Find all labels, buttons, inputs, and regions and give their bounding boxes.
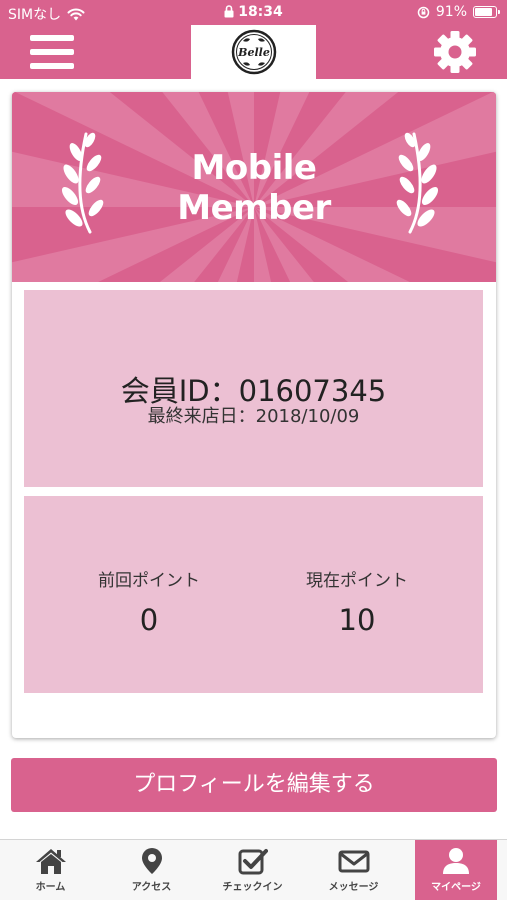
- current-points: 現在ポイント 10: [242, 566, 472, 637]
- bottom-tab-bar: ホーム アクセス チェックイン メッセージ マイページ: [0, 839, 507, 900]
- battery-level-fill: [475, 8, 493, 16]
- lock-icon: [224, 5, 234, 18]
- user-icon: [443, 848, 469, 874]
- home-icon: [35, 849, 66, 874]
- current-points-label: 現在ポイント: [306, 571, 408, 591]
- tab-access[interactable]: アクセス: [101, 840, 202, 900]
- tab-mypage-label: マイページ: [431, 882, 481, 893]
- logo-text: Belle: [237, 46, 270, 59]
- envelope-icon: [338, 850, 369, 873]
- member-banner: Mobile Member: [12, 92, 496, 282]
- checkbox-icon: [238, 849, 268, 875]
- previous-points-value: 0: [139, 603, 159, 637]
- previous-points-label: 前回ポイント: [98, 571, 200, 591]
- tab-messages-label: メッセージ: [328, 882, 379, 893]
- last-visit-date: 最終来店日：2018/10/09: [147, 406, 360, 427]
- hamburger-menu-icon[interactable]: [30, 32, 74, 72]
- status-bar: SIMなし 18:34 91%: [0, 0, 507, 25]
- battery-percent: 91%: [435, 4, 467, 20]
- member-id-panel: 会員ID：01607345 最終来店日：2018/10/09: [24, 290, 483, 487]
- tab-checkin-label: チェックイン: [222, 882, 283, 893]
- gear-icon[interactable]: [433, 30, 477, 74]
- orientation-lock-icon: [417, 6, 430, 18]
- points-panel: 前回ポイント 0 現在ポイント 10: [24, 496, 483, 693]
- edit-profile-button[interactable]: プロフィールを編集する: [11, 758, 497, 812]
- current-points-value: 10: [338, 603, 376, 637]
- clock-text: 18:34: [238, 4, 283, 20]
- tab-messages[interactable]: メッセージ: [303, 840, 404, 900]
- previous-points: 前回ポイント 0: [34, 566, 264, 637]
- tab-access-label: アクセス: [131, 882, 172, 893]
- belle-logo-emblem: Belle: [231, 29, 276, 75]
- laurel-right-icon: [396, 132, 439, 234]
- status-right: 91%: [417, 4, 500, 20]
- tab-home-label: ホーム: [35, 882, 66, 893]
- brand-logo: Belle: [191, 25, 316, 79]
- app-header: SIMなし 18:34 91% Belle: [0, 0, 507, 79]
- tab-home[interactable]: ホーム: [0, 840, 101, 900]
- battery-icon: [473, 6, 500, 18]
- tab-mypage[interactable]: マイページ: [415, 840, 497, 900]
- member-card: Mobile Member 会員ID：01607345 最終来店日：2018/1…: [12, 92, 496, 738]
- tab-checkin[interactable]: チェックイン: [202, 840, 303, 900]
- map-pin-icon: [141, 848, 162, 874]
